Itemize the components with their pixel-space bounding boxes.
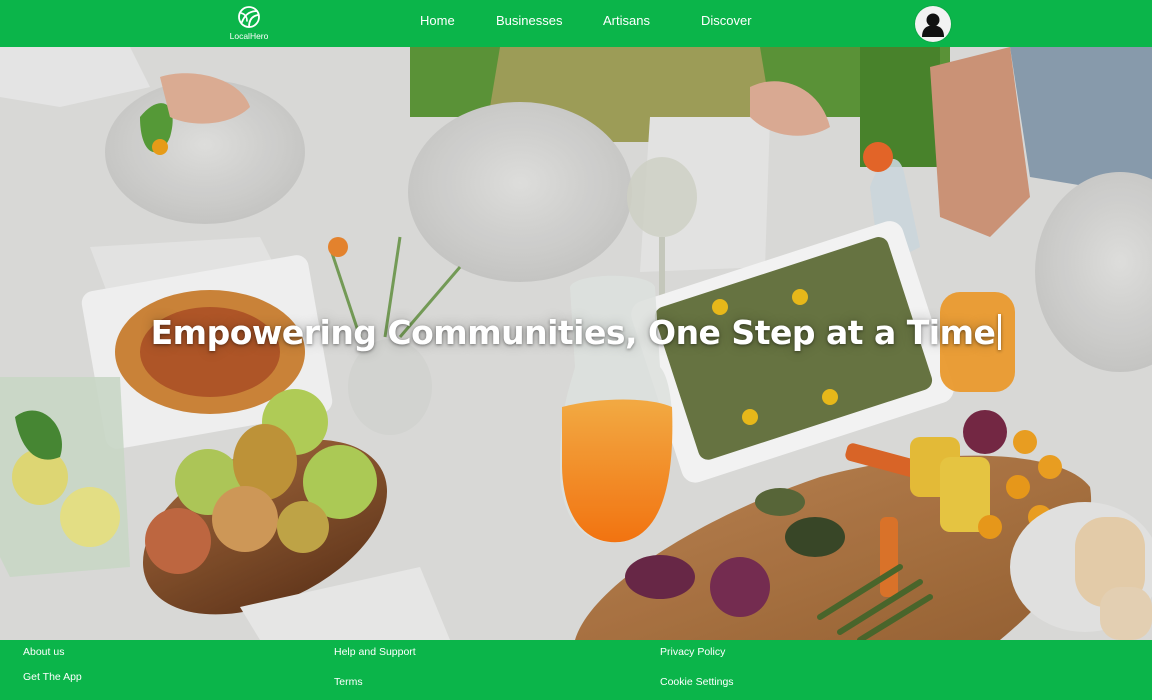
footer-link-cookie-settings[interactable]: Cookie Settings [660,676,734,689]
hero-title-text: Empowering Communities, One Step at a Ti… [150,313,996,352]
footer-link-help-and-support[interactable]: Help and Support [334,646,416,659]
nav-item-businesses[interactable]: Businesses [496,13,562,29]
footer: About us Get The App Help and Support Te… [0,640,1152,700]
footer-link-about-us[interactable]: About us [23,646,64,659]
avatar[interactable] [915,6,951,42]
top-navbar: LocalHero Home Businesses Artisans Disco… [0,0,1152,47]
brand-name: LocalHero [229,31,269,41]
nav-item-artisans[interactable]: Artisans [603,13,650,29]
nav-item-discover[interactable]: Discover [701,13,752,29]
brand-logo-link[interactable]: LocalHero [222,5,276,43]
hero-title: Empowering Communities, One Step at a Ti… [0,313,1152,352]
typing-cursor [998,314,1002,350]
user-silhouette-icon [922,13,944,37]
footer-link-privacy-policy[interactable]: Privacy Policy [660,646,725,659]
footer-link-terms[interactable]: Terms [334,676,363,689]
page: LocalHero Home Businesses Artisans Disco… [0,0,1152,700]
hero-banner: Empowering Communities, One Step at a Ti… [0,47,1152,640]
nav-item-home[interactable]: Home [420,13,455,29]
leaf-ball-icon [238,6,260,28]
footer-link-get-the-app[interactable]: Get The App [23,671,82,684]
